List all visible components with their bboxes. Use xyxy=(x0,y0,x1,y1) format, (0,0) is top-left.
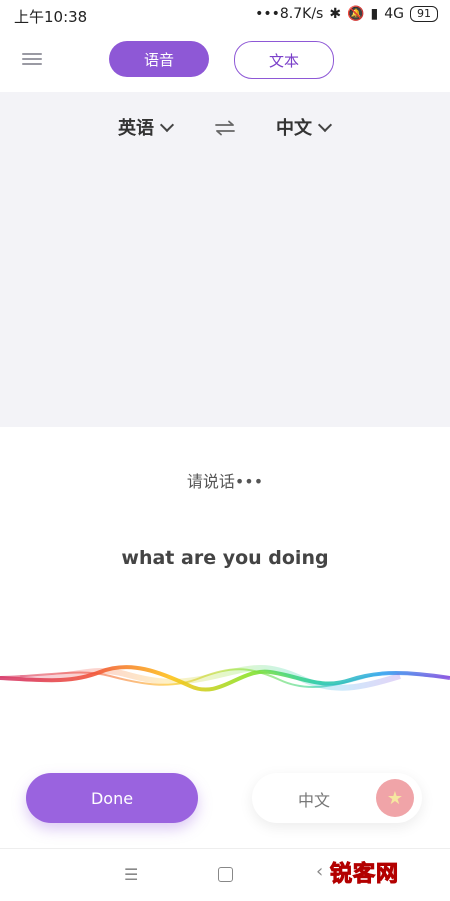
chevron-down-icon xyxy=(159,117,175,132)
transcript-text: what are you doing xyxy=(121,547,329,569)
speak-prompt: 请说话••• xyxy=(186,472,264,491)
tab-text[interactable]: 文本 xyxy=(234,41,334,79)
voice-waveform xyxy=(0,665,450,692)
source-language-selector[interactable]: 英语 xyxy=(118,114,175,140)
signal-icon: ▮ xyxy=(370,6,379,22)
status-time: 上午10:38 xyxy=(14,8,88,26)
status-icons: •••8.7K/s ✱ 🔕 ▮ 4G 91 xyxy=(255,6,438,22)
swap-languages-icon[interactable] xyxy=(214,120,236,136)
top-bar: 语音 文本 xyxy=(0,30,450,92)
net-speed: •••8.7K/s xyxy=(255,6,324,22)
language-pill-label: 中文 xyxy=(298,791,331,810)
bluetooth-icon: ✱ xyxy=(329,6,342,22)
status-bar: 上午10:38 •••8.7K/s ✱ 🔕 ▮ 4G 91 xyxy=(0,0,450,30)
tab-voice[interactable]: 语音 xyxy=(109,41,209,77)
watermark-logo: 锐客网 xyxy=(329,862,400,888)
home-icon[interactable] xyxy=(218,867,233,882)
done-button[interactable]: Done xyxy=(26,773,198,823)
battery-icon: 91 xyxy=(410,6,438,22)
language-panel: 英语 中文 xyxy=(0,92,450,427)
china-flag-icon: ★ xyxy=(376,779,414,817)
network-type: 4G xyxy=(384,6,404,22)
source-language-label: 英语 xyxy=(118,118,154,139)
mute-icon: 🔕 xyxy=(347,6,365,22)
back-icon[interactable]: ‹ xyxy=(316,861,323,882)
recent-apps-icon[interactable]: ☰ xyxy=(124,865,138,884)
target-language-selector[interactable]: 中文 xyxy=(276,114,333,140)
menu-icon[interactable] xyxy=(22,50,42,68)
language-pill[interactable]: 中文 ★ xyxy=(252,773,422,823)
chevron-down-icon xyxy=(317,117,333,132)
target-language-label: 中文 xyxy=(276,118,312,139)
